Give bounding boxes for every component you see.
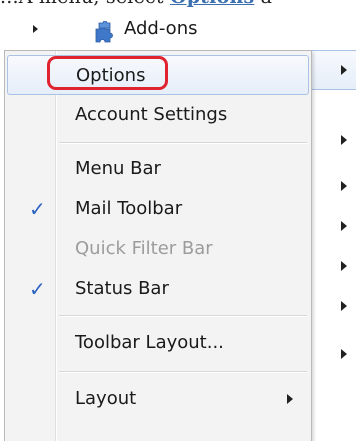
menu-item-toolbar-layout[interactable]: Toolbar Layout... [7,323,309,363]
status-bar-label: Status Bar [75,278,169,299]
parent-submenu-arrow-icon [341,261,347,271]
menu-item-layout[interactable]: Layout [7,379,309,419]
menu-item-account-settings[interactable]: Account Settings [7,95,309,135]
options-label: Options [76,65,146,86]
options-link[interactable]: Options [170,0,254,8]
document-suffix: a [254,0,272,8]
submenu-arrow-icon [287,394,293,404]
parent-submenu-arrow-icon [341,181,347,191]
menu-item-menu-bar[interactable]: Menu Bar [7,149,309,189]
parent-submenu-arrow-icon [341,349,347,359]
menu-item-add-ons[interactable]: Add-ons [124,18,197,39]
parent-column-hover-strip [310,50,356,90]
checkmark-icon: ✓ [29,277,46,301]
parent-submenu-arrow-icon [341,65,347,75]
puzzle-piece-icon [95,21,113,43]
document-prefix: ...A menu, select [0,0,170,8]
parent-submenu-arrow-icon [341,135,347,145]
toolbar-layout-label: Toolbar Layout... [75,332,224,353]
menu-item-options[interactable]: Options [7,55,309,95]
menu-bar-label: Menu Bar [75,158,161,179]
menu-separator [59,371,307,373]
menu-item-mail-toolbar[interactable]: ✓ Mail Toolbar [7,189,309,229]
parent-submenu-arrow-icon [341,301,347,311]
parent-submenu-arrow-icon [33,25,38,33]
quick-filter-bar-label: Quick Filter Bar [75,238,213,259]
checkmark-icon: ✓ [29,197,46,221]
account-settings-label: Account Settings [75,104,228,125]
menu-separator [59,315,307,317]
mail-toolbar-label: Mail Toolbar [75,198,183,219]
menu-item-status-bar[interactable]: ✓ Status Bar [7,269,309,309]
view-submenu: Options Account Settings Menu Bar ✓ Mail… [4,50,312,441]
layout-label: Layout [75,388,137,409]
parent-submenu-arrow-icon [341,221,347,231]
document-text-line: ...A menu, select Options a [0,0,356,10]
menu-item-quick-filter-bar: Quick Filter Bar [7,229,309,269]
menu-separator [59,142,307,144]
screenshot-stage: ...A menu, select Options a Add-ons Opti… [0,0,356,441]
